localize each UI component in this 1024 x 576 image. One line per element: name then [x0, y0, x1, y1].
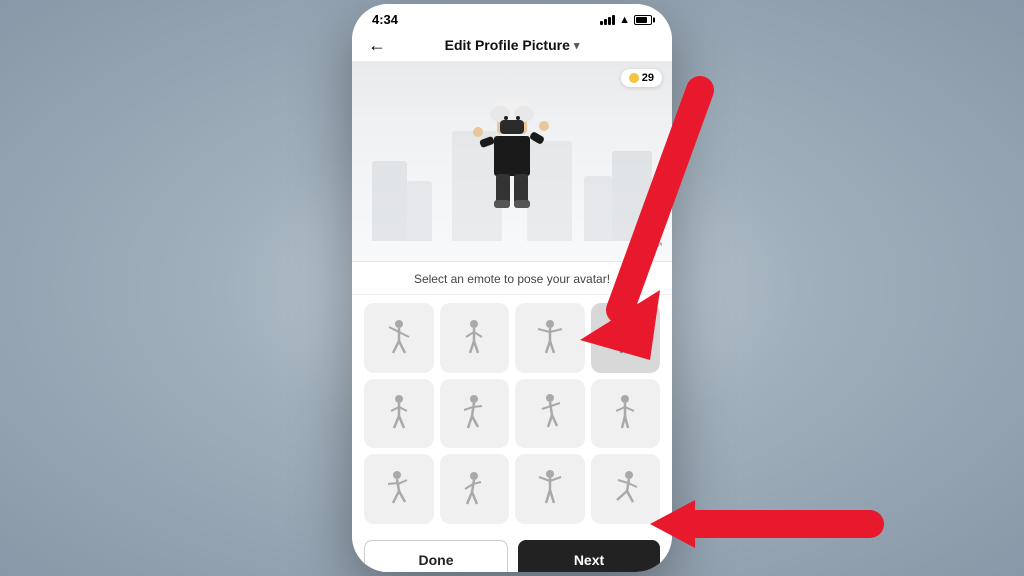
avatar-svg [472, 96, 552, 226]
header: ← Edit Profile Picture ▾ [352, 31, 672, 61]
header-title-text: Edit Profile Picture [445, 37, 570, 53]
next-button[interactable]: Next [518, 540, 660, 573]
emote-item-1[interactable] [364, 303, 434, 373]
action-buttons: Done Next [352, 532, 672, 573]
coin-count: 29 [642, 72, 654, 84]
back-button[interactable]: ← [368, 35, 386, 56]
bottom-panel: Select an emote to pose your avatar! [352, 261, 672, 572]
status-icons: ▲ [600, 14, 652, 26]
emote-item-5[interactable] [364, 379, 434, 449]
coin-badge: 29 [621, 69, 662, 87]
emote-hint: Select an emote to pose your avatar! [352, 262, 672, 295]
emote-item-12[interactable] [591, 454, 661, 524]
expand-icon[interactable]: ⤢ [652, 240, 662, 255]
emote-grid [352, 295, 672, 532]
phone-frame: 4:34 ▲ ← Edit Profile Picture ▾ [352, 4, 672, 572]
emote-item-3[interactable] [515, 303, 585, 373]
emote-item-8[interactable] [591, 379, 661, 449]
emote-hint-text: Select an emote to pose your avatar! [414, 272, 610, 286]
battery-icon [634, 15, 652, 25]
emote-item-9[interactable] [364, 454, 434, 524]
avatar-scene: 29 [352, 61, 672, 261]
status-time: 4:34 [372, 12, 398, 27]
wifi-icon: ▲ [619, 14, 630, 26]
emote-item-10[interactable] [440, 454, 510, 524]
coin-icon [629, 73, 639, 83]
done-button[interactable]: Done [364, 540, 508, 573]
emote-item-11[interactable] [515, 454, 585, 524]
emote-item-2[interactable] [440, 303, 510, 373]
avatar-character [472, 96, 552, 231]
signal-icon [600, 15, 615, 25]
emote-item-4[interactable] [591, 303, 661, 373]
dropdown-icon[interactable]: ▾ [574, 39, 580, 52]
right-arrow-indicator [650, 500, 870, 548]
status-bar: 4:34 ▲ [352, 4, 672, 31]
emote-item-6[interactable] [440, 379, 510, 449]
header-title: Edit Profile Picture ▾ [445, 37, 580, 53]
emote-item-7[interactable] [515, 379, 585, 449]
